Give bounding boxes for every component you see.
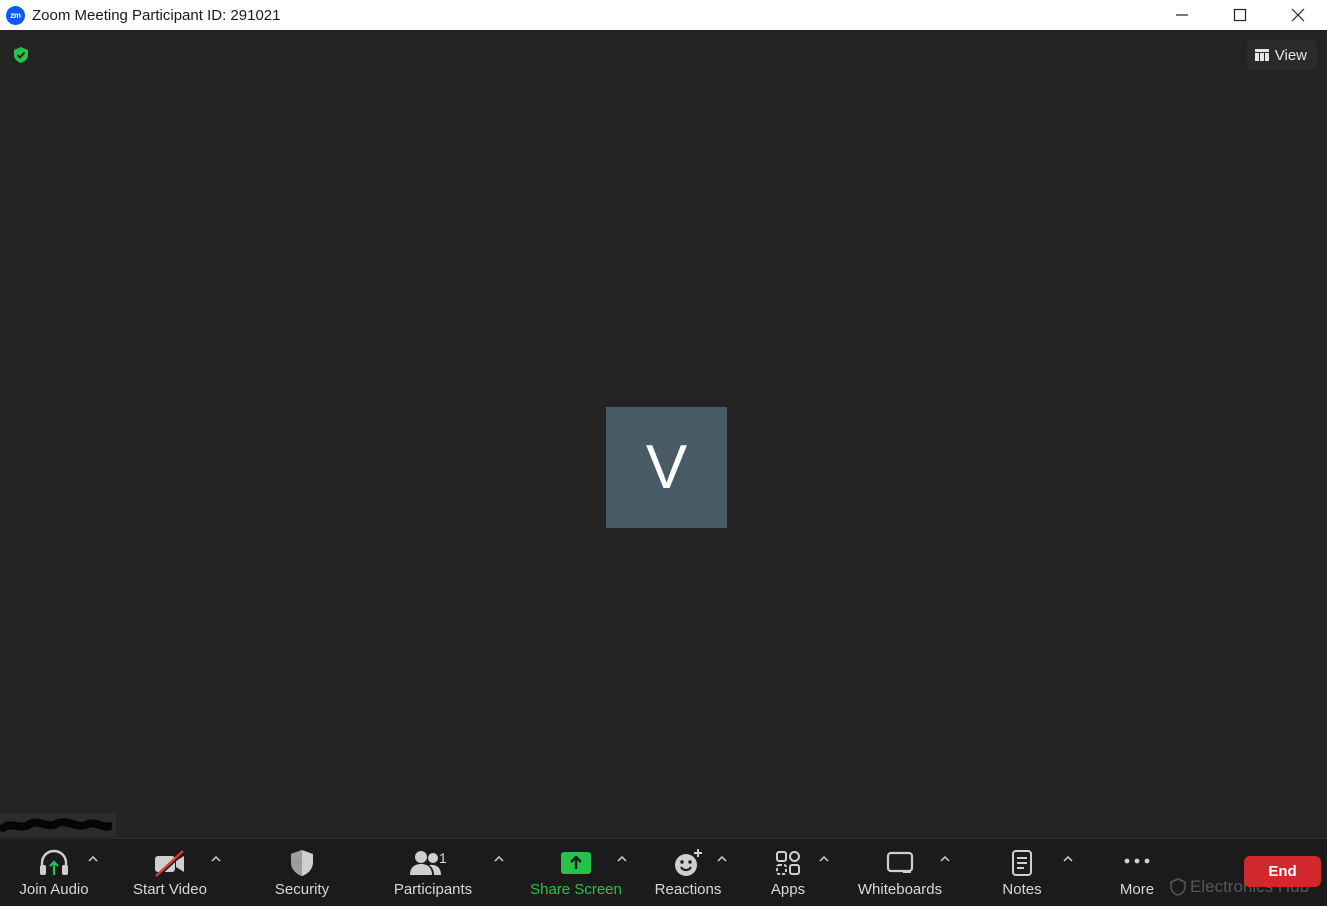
title-bar: zm Zoom Meeting Participant ID: 291021: [0, 0, 1327, 30]
start-video-label: Start Video: [133, 881, 207, 898]
window-controls: [1153, 0, 1327, 30]
smiley-add-icon: [672, 848, 704, 878]
grid-view-icon: [1254, 49, 1269, 61]
window-title: Zoom Meeting Participant ID: 291021: [32, 6, 281, 24]
join-audio-label: Join Audio: [19, 881, 89, 898]
audio-options-caret[interactable]: [85, 851, 101, 867]
security-button[interactable]: Security: [262, 839, 342, 906]
reactions-options-caret[interactable]: [714, 851, 730, 867]
whiteboards-label: Whiteboards: [857, 881, 943, 898]
notes-options-caret[interactable]: [1060, 851, 1076, 867]
security-shield-icon: [288, 848, 316, 878]
zoom-logo-icon: zm: [6, 5, 25, 25]
maximize-button[interactable]: [1211, 0, 1269, 30]
participants-options-caret[interactable]: [491, 851, 507, 867]
more-label: More: [1119, 881, 1155, 898]
apps-options-caret[interactable]: [816, 851, 832, 867]
encryption-shield-icon[interactable]: [12, 46, 30, 64]
meeting-video-area: View V: [0, 30, 1327, 838]
redacted-name-scribble: [0, 818, 112, 832]
share-options-caret[interactable]: [614, 851, 630, 867]
chevron-up-icon: [617, 856, 627, 862]
view-label: View: [1274, 46, 1307, 64]
end-meeting-button[interactable]: End: [1244, 856, 1321, 887]
minimize-button[interactable]: [1153, 0, 1211, 30]
video-options-caret[interactable]: [208, 851, 224, 867]
apps-icon: [773, 848, 803, 878]
minimize-icon: [1176, 14, 1188, 16]
more-button[interactable]: More: [1108, 839, 1166, 906]
reactions-label: Reactions: [654, 881, 722, 898]
chevron-up-icon: [717, 856, 727, 862]
security-label: Security: [274, 881, 330, 898]
chevron-up-icon: [494, 856, 504, 862]
share-screen-icon: [560, 848, 592, 878]
chevron-up-icon: [211, 856, 221, 862]
maximize-icon: [1233, 8, 1247, 22]
join-audio-button[interactable]: Join Audio: [14, 839, 94, 906]
meeting-toolbar: Join Audio Start Video Security 1 Partic…: [0, 838, 1327, 906]
watermark-logo-icon: [1170, 878, 1186, 896]
chevron-up-icon: [1063, 856, 1073, 862]
whiteboards-button[interactable]: Whiteboards: [852, 839, 948, 906]
close-icon: [1291, 8, 1305, 22]
more-dots-icon: [1122, 848, 1152, 878]
participants-count: 1: [439, 850, 447, 866]
start-video-button[interactable]: Start Video: [128, 839, 212, 906]
share-screen-label: Share Screen: [530, 881, 622, 898]
whiteboards-options-caret[interactable]: [937, 851, 953, 867]
view-button[interactable]: View: [1246, 40, 1317, 70]
chevron-up-icon: [940, 856, 950, 862]
reactions-button[interactable]: Reactions: [650, 839, 726, 906]
participants-label: Participants: [393, 881, 473, 898]
whiteboard-icon: [885, 848, 915, 878]
share-screen-button[interactable]: Share Screen: [528, 839, 624, 906]
chevron-up-icon: [88, 856, 98, 862]
notes-label: Notes: [1002, 881, 1042, 898]
notes-icon: [1009, 848, 1035, 878]
apps-button[interactable]: Apps: [760, 839, 816, 906]
chevron-up-icon: [819, 856, 829, 862]
headphones-icon: [37, 848, 71, 878]
participants-icon: 1: [403, 848, 463, 878]
participant-avatar: V: [606, 407, 727, 528]
notes-button[interactable]: Notes: [994, 839, 1050, 906]
apps-label: Apps: [770, 881, 806, 898]
close-button[interactable]: [1269, 0, 1327, 30]
video-off-icon: [153, 848, 187, 878]
participants-button[interactable]: 1 Participants: [390, 839, 476, 906]
